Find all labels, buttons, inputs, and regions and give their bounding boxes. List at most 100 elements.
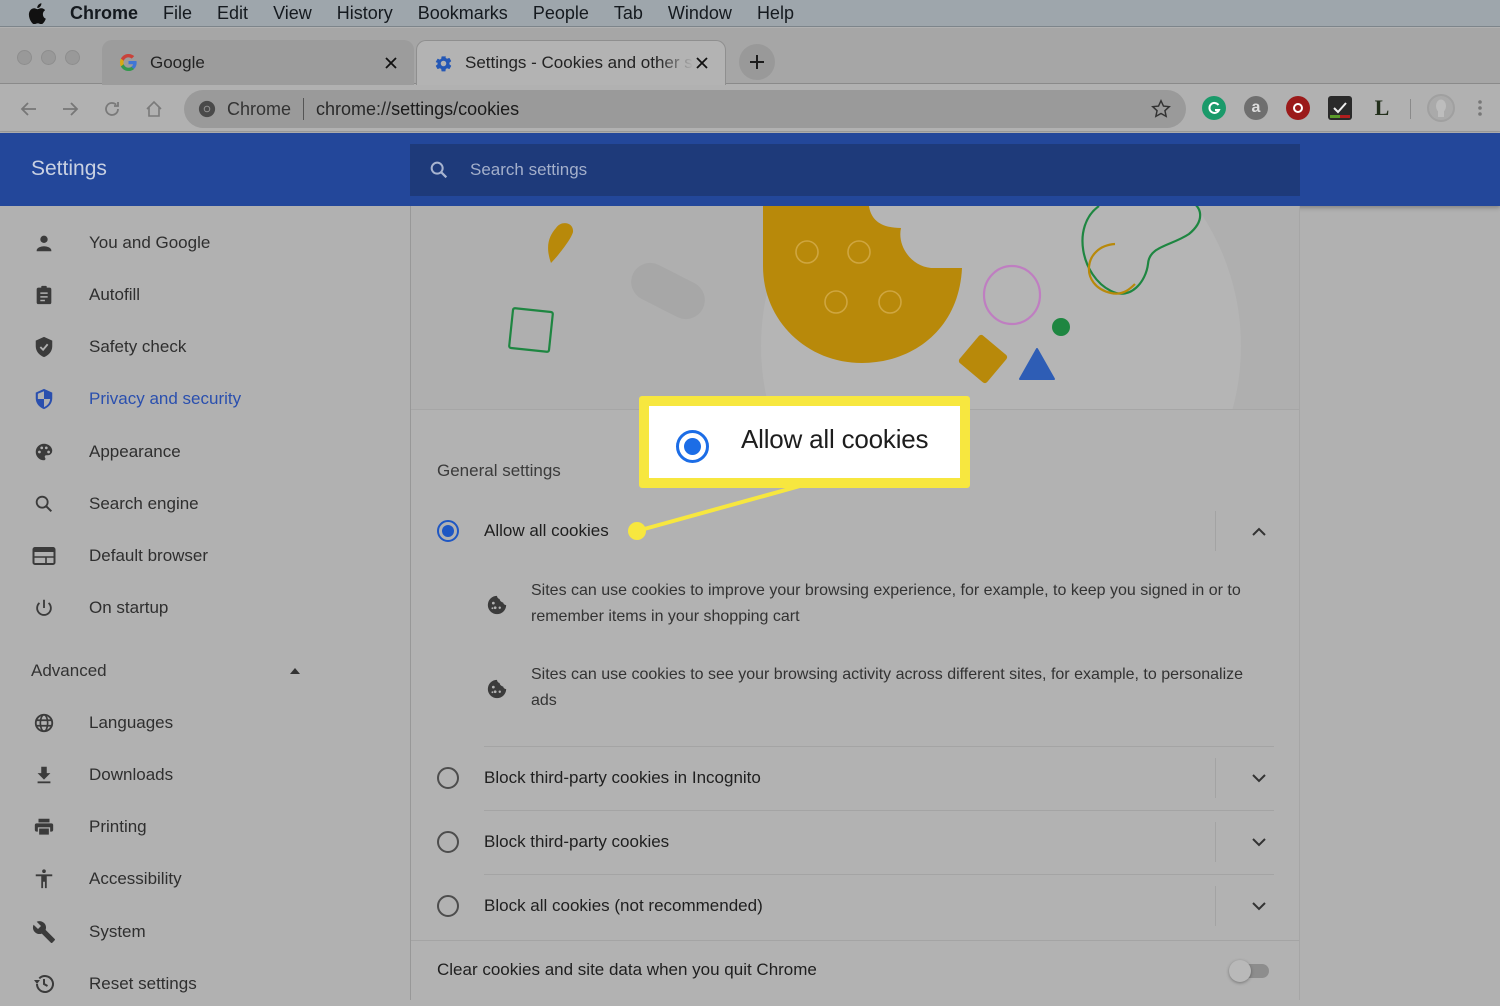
option-allow-all-cookies[interactable]: Allow all cookies [411, 500, 1299, 562]
menu-file[interactable]: File [163, 3, 192, 24]
search-settings-input[interactable] [470, 160, 1170, 180]
radio-allow-all-cookies[interactable] [437, 520, 459, 542]
window-controls [17, 50, 80, 65]
advanced-label: Advanced [31, 661, 107, 680]
option-block-all-cookies[interactable]: Block all cookies (not recommended) [411, 875, 1299, 937]
globe-icon [32, 711, 56, 735]
sidebar-item-label: Reset settings [89, 974, 197, 993]
settings-title: Settings [31, 157, 107, 180]
option-block-third-party[interactable]: Block third-party cookies [411, 811, 1299, 873]
sidebar-item-appearance[interactable]: Appearance [0, 430, 390, 474]
menu-edit[interactable]: Edit [217, 3, 248, 24]
row-separator [1215, 822, 1216, 862]
menu-bookmarks[interactable]: Bookmarks [418, 3, 508, 24]
divider [411, 940, 1299, 941]
address-bar[interactable]: Chrome chrome://settings/cookies [184, 90, 1186, 128]
google-icon [118, 53, 138, 73]
url-text[interactable]: chrome://settings/cookies [316, 99, 519, 120]
sidebar-item-printing[interactable]: Printing [0, 805, 390, 849]
menu-tab[interactable]: Tab [614, 3, 643, 24]
expand-toggle-button[interactable] [1249, 832, 1269, 852]
power-icon [32, 596, 56, 620]
menu-app-chrome[interactable]: Chrome [70, 3, 138, 24]
sidebar-item-accessibility[interactable]: Accessibility [0, 857, 390, 901]
wrench-icon [32, 920, 56, 944]
chrome-menu-button[interactable] [1470, 96, 1490, 120]
expand-toggle-button[interactable] [1249, 896, 1269, 916]
sidebar-item-label: On startup [89, 598, 169, 617]
forward-button[interactable] [57, 96, 83, 122]
advanced-section-toggle[interactable]: Advanced [31, 651, 301, 691]
zoom-window-button[interactable] [65, 50, 80, 65]
clear-on-quit-toggle[interactable] [1229, 960, 1271, 982]
sidebar-item-search-engine[interactable]: Search engine [0, 482, 390, 526]
sidebar-item-privacy-and-security[interactable]: Privacy and security [0, 377, 390, 421]
sidebar-item-languages[interactable]: Languages [0, 701, 390, 745]
close-tab-icon[interactable] [693, 54, 711, 72]
sidebar-item-you-and-google[interactable]: You and Google [0, 221, 390, 265]
minimize-window-button[interactable] [41, 50, 56, 65]
close-tab-icon[interactable] [382, 54, 400, 72]
grammarly-icon[interactable] [1202, 96, 1226, 120]
tab-settings-cookies[interactable]: Settings - Cookies and other site data [416, 40, 726, 85]
bookmark-star-icon[interactable] [1150, 98, 1172, 120]
menu-help[interactable]: Help [757, 3, 794, 24]
sidebar-item-default-browser[interactable]: Default browser [0, 534, 390, 578]
tab-title: Settings - Cookies and other site data [465, 53, 693, 72]
menu-people[interactable]: People [533, 3, 589, 24]
new-tab-button[interactable] [739, 44, 775, 80]
apple-icon[interactable] [26, 2, 48, 24]
menu-view[interactable]: View [273, 3, 312, 24]
clear-on-quit-label: Clear cookies and site data when you qui… [437, 960, 817, 979]
radio-block-third-party-incognito[interactable] [437, 767, 459, 789]
chevron-down-icon [1252, 773, 1266, 782]
profile-avatar[interactable] [1427, 94, 1455, 122]
sidebar-item-reset-settings[interactable]: Reset settings [0, 962, 390, 1006]
close-window-button[interactable] [17, 50, 32, 65]
forward-arrow-icon [63, 102, 79, 116]
printer-icon [32, 815, 56, 839]
more-vert-icon [1478, 100, 1482, 116]
checklist-extension-icon[interactable] [1328, 96, 1352, 120]
browser-toolbar: Chrome chrome://settings/cookies a L [0, 85, 1500, 132]
home-button[interactable] [141, 96, 167, 122]
row-separator [1215, 886, 1216, 926]
sidebar-item-system[interactable]: System [0, 910, 390, 954]
menu-window[interactable]: Window [668, 3, 732, 24]
l-extension-icon[interactable]: L [1370, 95, 1394, 120]
green-square-outline [508, 307, 554, 353]
radio-block-all-cookies[interactable] [437, 895, 459, 917]
red-extension-icon[interactable] [1286, 96, 1310, 120]
clear-on-quit-row: Clear cookies and site data when you qui… [411, 946, 1299, 996]
a-extension-icon[interactable]: a [1244, 96, 1268, 120]
shield-check-icon [32, 335, 56, 359]
sidebar-item-safety-check[interactable]: Safety check [0, 325, 390, 369]
general-settings-heading: General settings [437, 461, 561, 480]
search-settings-box[interactable] [410, 144, 1300, 196]
person-icon [32, 231, 56, 255]
sidebar-item-downloads[interactable]: Downloads [0, 753, 390, 797]
expand-toggle-button[interactable] [1249, 521, 1269, 541]
tab-google[interactable]: Google [102, 40, 414, 85]
palette-icon [32, 440, 56, 464]
sidebar-item-on-startup[interactable]: On startup [0, 586, 390, 630]
expand-toggle-button[interactable] [1249, 768, 1269, 788]
back-button[interactable] [16, 96, 42, 122]
yellow-leaf-shape [548, 223, 574, 263]
search-icon [430, 161, 448, 179]
option-label: Block all cookies (not recommended) [484, 896, 763, 915]
row-separator [1215, 758, 1216, 798]
reload-button[interactable] [99, 96, 125, 122]
cookie-icon [487, 679, 507, 699]
download-icon [32, 763, 56, 787]
search-icon [32, 492, 56, 516]
url-path: settings/cookies [391, 98, 520, 119]
sidebar-item-autofill[interactable]: Autofill [0, 273, 390, 317]
sidebar-item-label: Default browser [89, 546, 209, 565]
clipboard-icon [32, 283, 56, 307]
sidebar-item-label: Accessibility [89, 869, 182, 888]
option-block-third-party-incognito[interactable]: Block third-party cookies in Incognito [411, 747, 1299, 809]
radio-block-third-party[interactable] [437, 831, 459, 853]
menu-history[interactable]: History [337, 3, 393, 24]
description-text: Sites can use cookies to see your browsi… [531, 666, 1244, 709]
